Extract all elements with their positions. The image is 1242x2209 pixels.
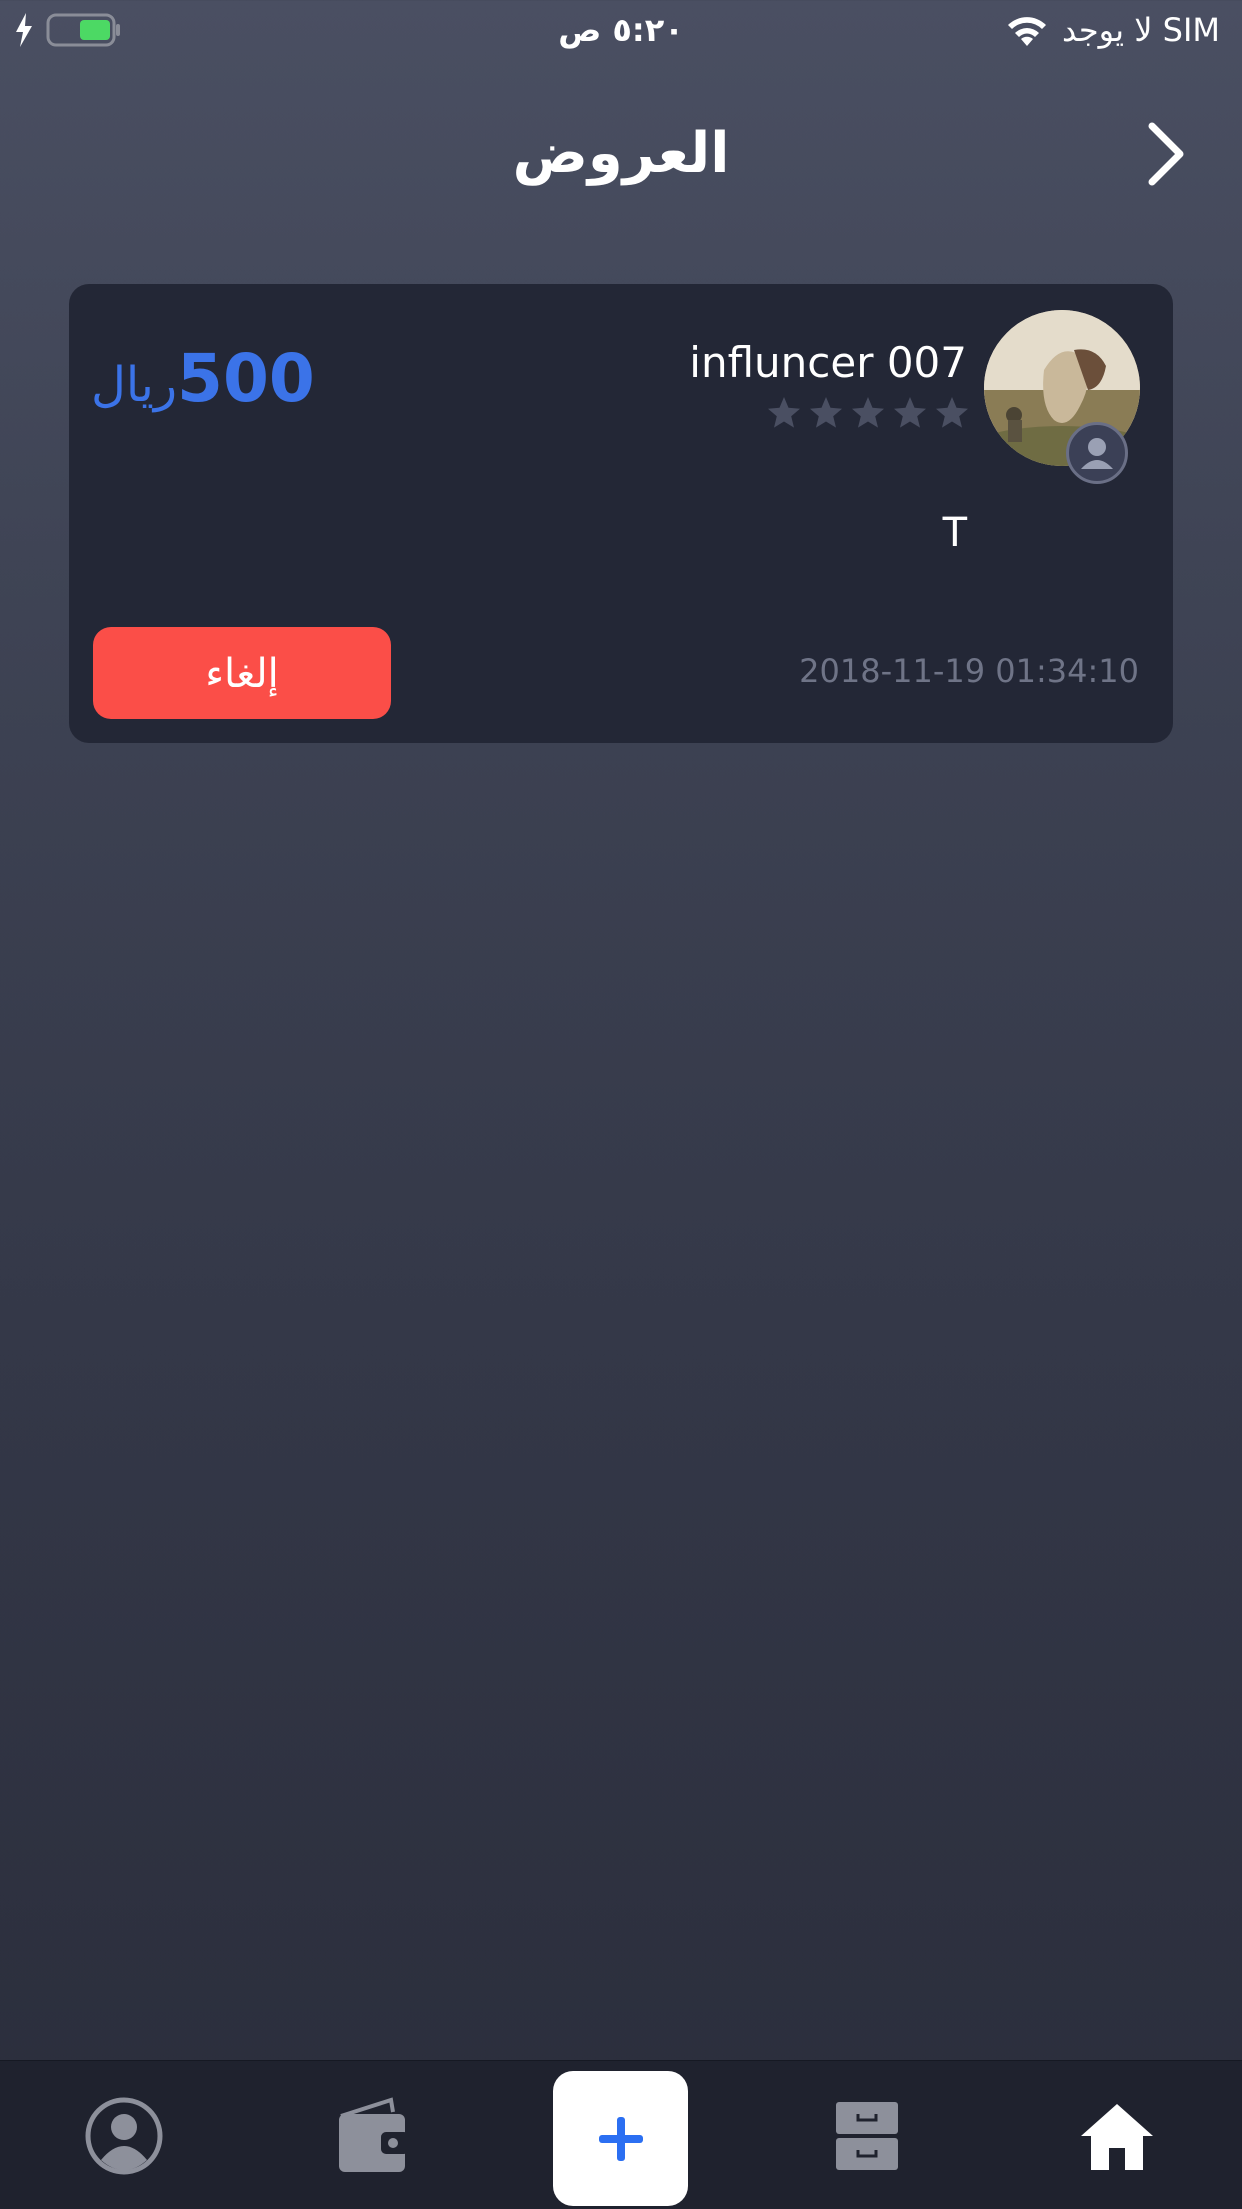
star-icon xyxy=(894,397,926,428)
offer-card[interactable]: influncer 007 ريال 500 T إلغاء 2018-11-1… xyxy=(69,284,1173,743)
header: العروض xyxy=(0,100,1242,210)
carrier-label: لا يوجد SIM xyxy=(1062,11,1220,49)
wallet-icon xyxy=(339,2097,409,2172)
offer-note: T xyxy=(942,510,967,556)
offer-date: 2018-11-19 01:34:10 xyxy=(799,652,1139,690)
offer-price: ريال 500 xyxy=(91,344,315,420)
tab-profile[interactable] xyxy=(69,2081,179,2191)
archive-icon xyxy=(836,2102,898,2170)
price-value: 500 xyxy=(177,340,315,417)
tab-home[interactable] xyxy=(1062,2081,1172,2191)
page-title: العروض xyxy=(512,121,730,186)
back-button[interactable] xyxy=(1136,118,1196,190)
star-icon xyxy=(852,397,884,428)
user-icon xyxy=(1081,438,1113,469)
rating-stars xyxy=(767,396,969,430)
status-bar: ٥:٢٠ ص لا يوجد SIM xyxy=(0,0,1242,60)
influencer-name: influncer 007 xyxy=(689,338,967,387)
user-circle-icon xyxy=(85,2097,163,2175)
star-icon xyxy=(936,397,968,428)
plus-icon xyxy=(598,2116,643,2161)
avatar-badge xyxy=(1066,422,1128,484)
star-icon xyxy=(768,397,800,428)
tab-wallet[interactable] xyxy=(318,2081,428,2191)
add-button[interactable] xyxy=(553,2071,688,2206)
status-right: لا يوجد SIM xyxy=(1004,8,1220,52)
star-icon xyxy=(810,397,842,428)
price-currency: ريال xyxy=(91,357,178,413)
tab-bar xyxy=(0,2060,1242,2209)
cancel-button[interactable]: إلغاء xyxy=(93,627,391,719)
home-icon xyxy=(1081,2104,1153,2170)
chevron-right-icon xyxy=(1148,122,1184,186)
wifi-icon xyxy=(1008,17,1047,46)
tab-archive[interactable] xyxy=(812,2081,922,2191)
